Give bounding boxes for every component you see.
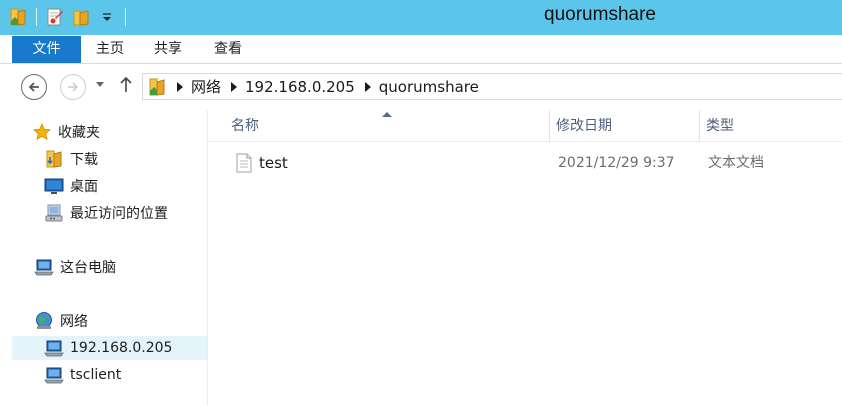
quick-access-toolbar [8, 5, 128, 29]
arrow-up-icon [120, 76, 132, 92]
navigation-pane: 收藏夹 下载 桌面 最近访问的位置 这台电脑 网络 192.168.0.205 … [0, 110, 208, 405]
address-bar[interactable]: 网络 192.168.0.205 quorumshare [142, 73, 842, 100]
nav-item-downloads[interactable]: 下载 [44, 147, 98, 171]
tab-home[interactable]: 主页 [88, 35, 132, 64]
up-button[interactable] [119, 75, 133, 98]
column-header-date-modified[interactable]: 修改日期 [550, 110, 700, 142]
nav-item-label: tsclient [70, 367, 122, 383]
nav-item-recent-places[interactable]: 最近访问的位置 [44, 201, 168, 225]
network-computer-icon [44, 365, 64, 385]
folder-icon [147, 77, 167, 97]
network-globe-icon [34, 311, 54, 331]
properties-icon[interactable] [45, 6, 65, 28]
nav-favorites[interactable]: 收藏夹 [32, 120, 100, 144]
nav-this-pc-label: 这台电脑 [60, 260, 116, 276]
network-computer-icon [44, 338, 64, 358]
tab-file[interactable]: 文件 [12, 36, 81, 63]
toolbar-separator [125, 8, 126, 26]
ribbon-tabs: 文件 主页 共享 查看 [0, 35, 842, 64]
breadcrumb-separator-icon[interactable] [177, 81, 183, 92]
column-headers: 名称 修改日期 类型 [209, 110, 842, 142]
breadcrumb-host[interactable]: 192.168.0.205 [245, 78, 355, 96]
download-folder-icon [44, 149, 64, 169]
breadcrumb-network[interactable]: 网络 [191, 76, 221, 97]
nav-network-label: 网络 [60, 314, 88, 330]
breadcrumb-separator-icon[interactable] [364, 81, 371, 92]
navigation-bar: 网络 192.168.0.205 quorumshare [0, 64, 842, 110]
breadcrumb-share[interactable]: quorumshare [379, 78, 479, 96]
file-type: 文本文档 [708, 155, 764, 171]
column-header-name[interactable]: 名称 [209, 110, 550, 142]
file-name: test [259, 154, 288, 172]
column-header-type[interactable]: 类型 [700, 110, 842, 142]
customize-dropdown-icon[interactable] [97, 6, 117, 28]
arrow-left-icon [28, 82, 39, 92]
back-button[interactable] [21, 74, 47, 100]
text-document-icon [235, 153, 253, 173]
nav-favorites-label: 收藏夹 [58, 125, 100, 141]
new-folder-icon[interactable] [71, 6, 91, 28]
computer-icon [34, 257, 54, 277]
window-title: quorumshare [544, 4, 656, 25]
file-row[interactable]: test 2021/12/29 9:37 文本文档 [209, 148, 842, 178]
nav-item-desktop[interactable]: 桌面 [44, 174, 98, 198]
forward-button[interactable] [60, 74, 86, 100]
recent-locations-dropdown[interactable] [96, 82, 104, 87]
desktop-icon [44, 176, 64, 196]
nav-item-label: 桌面 [70, 179, 98, 195]
file-date-modified: 2021/12/29 9:37 [558, 155, 675, 171]
nav-item-label: 192.168.0.205 [70, 340, 173, 356]
toolbar-separator [36, 8, 37, 26]
nav-item-label: 最近访问的位置 [70, 206, 168, 222]
nav-item-host-192-168-0-205[interactable]: 192.168.0.205 [12, 336, 207, 360]
breadcrumb-separator-icon[interactable] [231, 81, 238, 92]
star-icon [32, 122, 52, 142]
nav-network[interactable]: 网络 [34, 309, 88, 333]
folder-icon[interactable] [8, 6, 28, 28]
arrow-right-icon [68, 82, 79, 92]
tab-share[interactable]: 共享 [146, 35, 190, 64]
nav-this-pc[interactable]: 这台电脑 [34, 255, 116, 279]
tab-view[interactable]: 查看 [206, 35, 250, 64]
nav-item-label: 下载 [70, 152, 98, 168]
recent-places-icon [44, 203, 64, 223]
nav-item-tsclient[interactable]: tsclient [44, 363, 121, 387]
title-bar: quorumshare [0, 0, 842, 35]
